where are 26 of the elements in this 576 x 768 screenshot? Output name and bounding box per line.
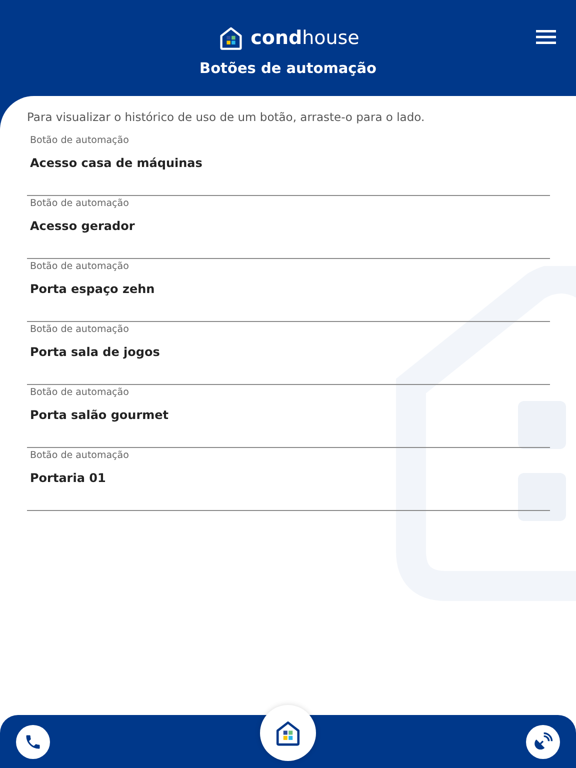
satellite-dish-icon <box>533 732 553 752</box>
item-label: Botão de automação <box>30 134 130 146</box>
automation-button-item[interactable]: Botão de automação Portaria 01 <box>27 448 550 511</box>
item-name: Porta sala de jogos <box>30 345 161 359</box>
phone-button[interactable] <box>16 724 50 758</box>
item-label: Botão de automação <box>30 449 130 461</box>
item-name: Acesso casa de máquinas <box>30 156 204 170</box>
logo-text: condhouse <box>250 27 360 49</box>
item-label: Botão de automação <box>30 197 130 209</box>
item-label: Botão de automação <box>30 260 130 272</box>
automation-button-item[interactable]: Botão de automação Acesso gerador <box>27 196 550 259</box>
page-title: Botões de automação <box>200 61 376 77</box>
menu-button[interactable] <box>536 28 556 46</box>
automation-button-item[interactable]: Botão de automação Porta sala de jogos <box>27 322 550 385</box>
item-label: Botão de automação <box>30 386 130 398</box>
automation-button-item[interactable]: Botão de automação Porta salão gourmet <box>27 385 550 448</box>
item-label: Botão de automação <box>30 323 130 335</box>
satellite-dish-button[interactable] <box>526 724 560 758</box>
item-name: Portaria 01 <box>30 471 107 485</box>
item-name: Porta salão gourmet <box>30 408 170 422</box>
item-name: Acesso gerador <box>30 219 136 233</box>
automation-button-item[interactable]: Botão de automação Acesso casa de máquinas <box>27 133 550 196</box>
item-name: Porta espaço zehn <box>30 282 156 296</box>
automation-button-item[interactable]: Botão de automação Porta espaço zehn <box>27 259 550 322</box>
swipe-hint: Para visualizar o histórico de uso de um botão, arraste-o para o lado. <box>27 110 426 124</box>
phone-icon <box>24 732 42 750</box>
